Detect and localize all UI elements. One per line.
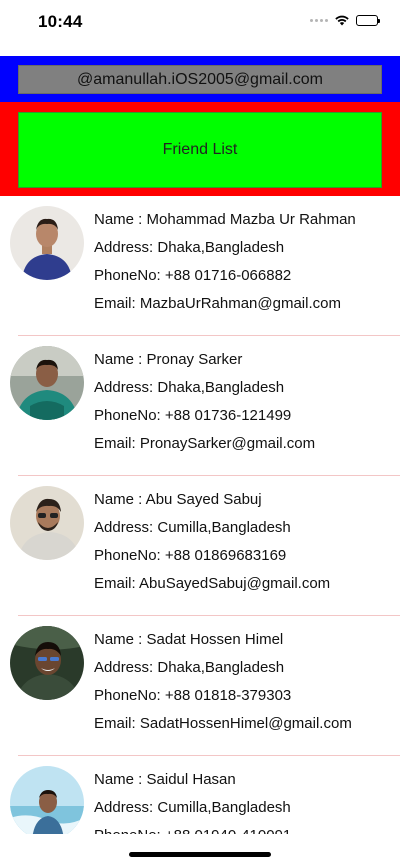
friend-info: Name : Abu Sayed Sabuj Address: Cumilla,… bbox=[94, 486, 396, 598]
friend-name: Name : Mohammad Mazba Ur Rahman bbox=[94, 211, 356, 228]
friend-email: Email: SadatHossenHimel@gmail.com bbox=[94, 715, 352, 732]
friend-list[interactable]: Name : Mohammad Mazba Ur Rahman Address:… bbox=[0, 196, 400, 834]
avatar bbox=[10, 206, 84, 280]
list-item[interactable]: Name : Pronay Sarker Address: Dhaka,Bang… bbox=[0, 336, 400, 476]
list-item[interactable]: Name : Sadat Hossen Himel Address: Dhaka… bbox=[0, 616, 400, 756]
home-indicator[interactable] bbox=[129, 852, 271, 857]
list-item[interactable]: Name : Abu Sayed Sabuj Address: Cumilla,… bbox=[0, 476, 400, 616]
friend-list-bar: Friend List bbox=[0, 102, 400, 196]
friend-name: Name : Pronay Sarker bbox=[94, 351, 243, 368]
friend-email: Email: PronaySarker@gmail.com bbox=[94, 435, 316, 452]
avatar bbox=[10, 486, 84, 560]
friend-name: Name : Abu Sayed Sabuj bbox=[94, 491, 262, 508]
friend-info: Name : Saidul Hasan Address: Cumilla,Ban… bbox=[94, 766, 396, 834]
friend-name: Name : Sadat Hossen Himel bbox=[94, 631, 284, 648]
signal-dots-icon bbox=[310, 18, 328, 22]
friend-info: Name : Mohammad Mazba Ur Rahman Address:… bbox=[94, 206, 396, 318]
friend-phone: PhoneNo: +88 01736-121499 bbox=[94, 407, 292, 424]
friend-address: Address: Cumilla,Bangladesh bbox=[94, 799, 291, 816]
friend-phone: PhoneNo: +88 01940-410091 bbox=[94, 822, 396, 834]
avatar bbox=[10, 626, 84, 700]
battery-icon bbox=[356, 14, 380, 26]
friend-phone: PhoneNo: +88 01716-066882 bbox=[94, 267, 292, 284]
avatar bbox=[10, 766, 84, 834]
friend-info: Name : Pronay Sarker Address: Dhaka,Bang… bbox=[94, 346, 396, 458]
friend-phone: PhoneNo: +88 01818-379303 bbox=[94, 687, 292, 704]
friend-info: Name : Sadat Hossen Himel Address: Dhaka… bbox=[94, 626, 396, 738]
user-email-label: @amanullah.iOS2005@gmail.com bbox=[18, 65, 382, 94]
status-icons bbox=[310, 14, 380, 26]
friend-address: Address: Dhaka,Bangladesh bbox=[94, 379, 285, 396]
friend-address: Address: Dhaka,Bangladesh bbox=[94, 659, 285, 676]
status-bar: 10:44 bbox=[0, 0, 400, 44]
friend-name: Name : Saidul Hasan bbox=[94, 771, 236, 788]
friend-email: Email: MazbaUrRahman@gmail.com bbox=[94, 295, 341, 312]
email-bar: @amanullah.iOS2005@gmail.com bbox=[0, 56, 400, 102]
friend-address: Address: Cumilla,Bangladesh bbox=[94, 519, 291, 536]
status-time: 10:44 bbox=[38, 12, 83, 31]
wifi-icon bbox=[335, 15, 349, 26]
friend-email: Email: AbuSayedSabuj@gmail.com bbox=[94, 575, 331, 592]
list-item[interactable]: Name : Saidul Hasan Address: Cumilla,Ban… bbox=[0, 756, 400, 834]
friend-address: Address: Dhaka,Bangladesh bbox=[94, 239, 285, 256]
avatar bbox=[10, 346, 84, 420]
friend-phone: PhoneNo: +88 01869683169 bbox=[94, 547, 287, 564]
list-item[interactable]: Name : Mohammad Mazba Ur Rahman Address:… bbox=[0, 196, 400, 336]
friend-list-button[interactable]: Friend List bbox=[18, 112, 382, 188]
